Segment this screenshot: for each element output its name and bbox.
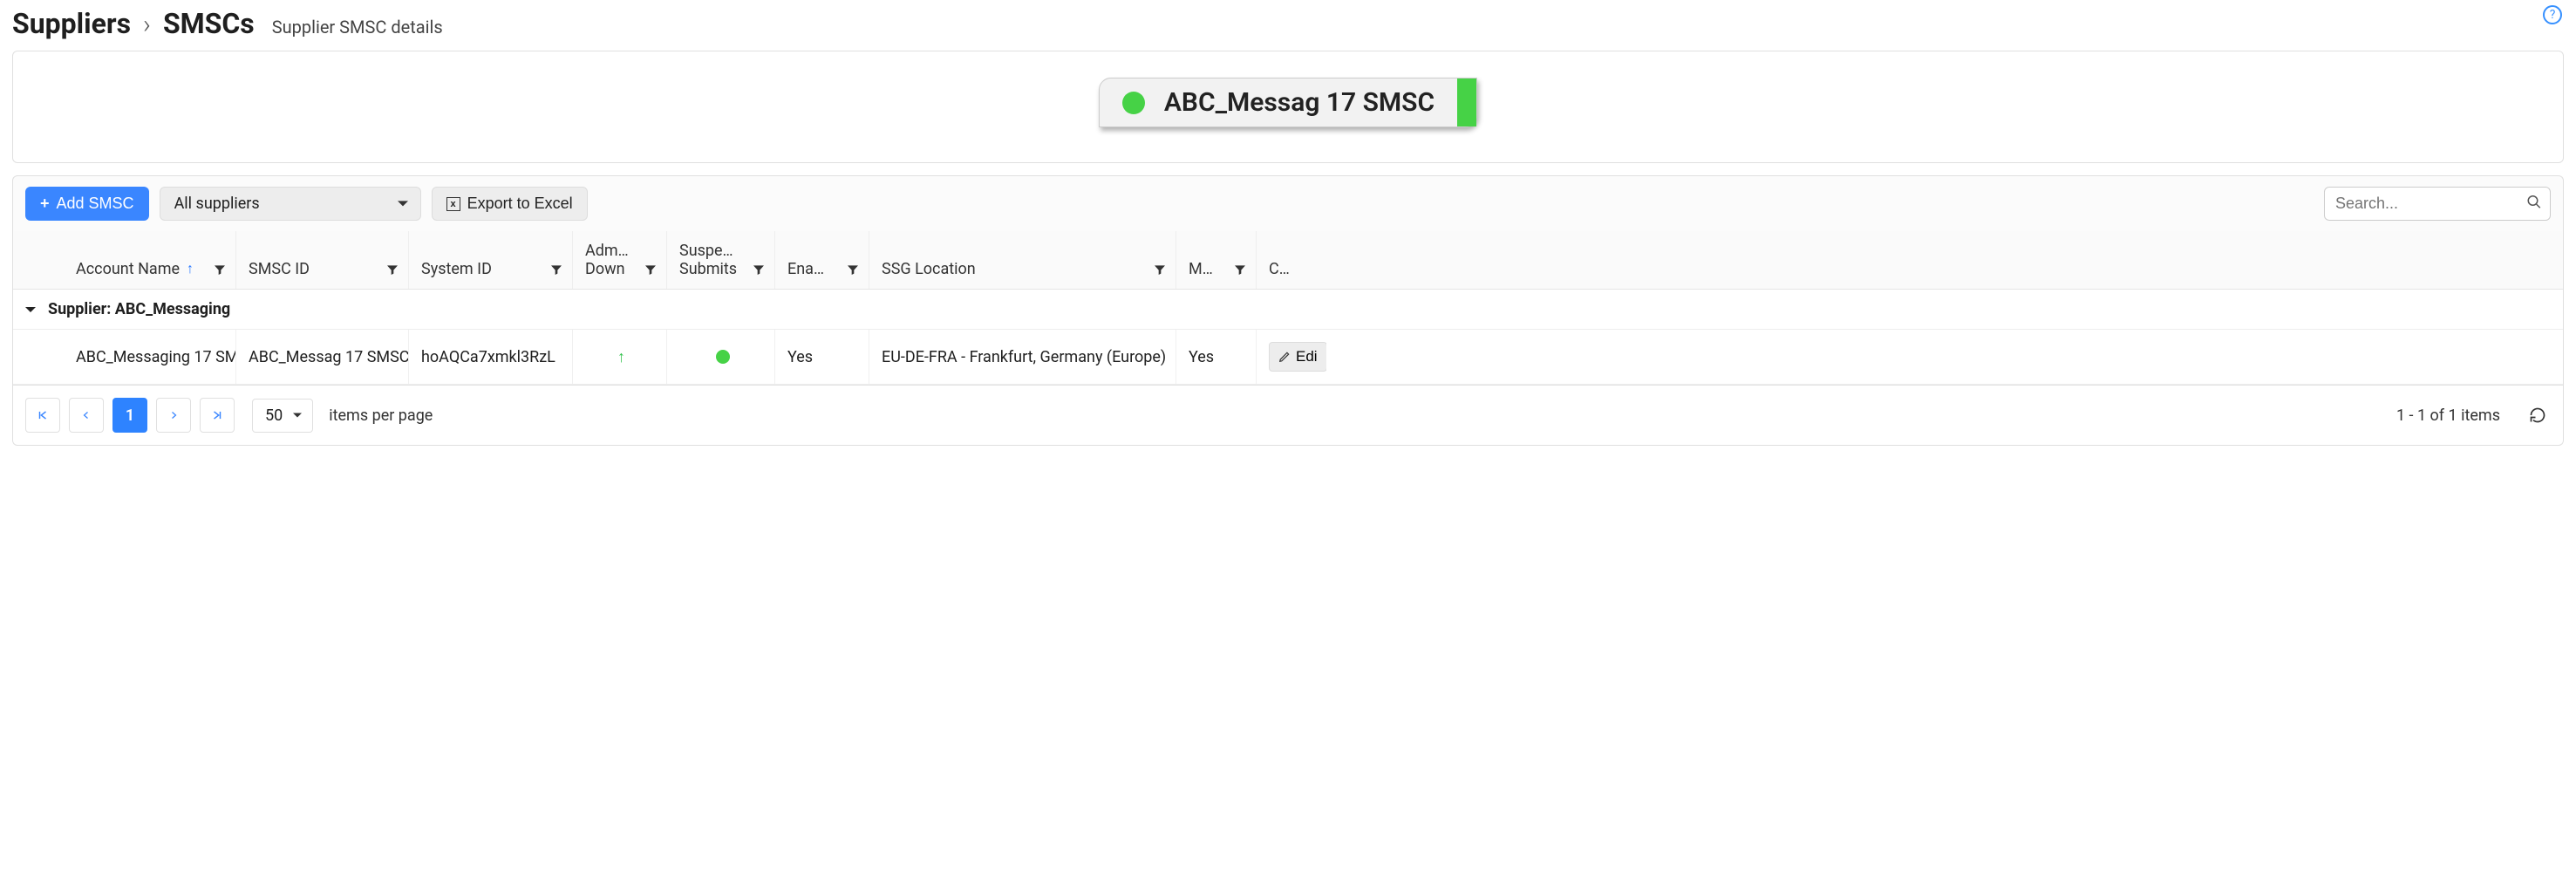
breadcrumb-root[interactable]: Suppliers (12, 7, 131, 40)
add-smsc-button[interactable]: + Add SMSC (25, 187, 149, 221)
edit-label: Edi (1296, 348, 1318, 365)
pager-first-button[interactable] (25, 398, 60, 433)
col-commands: Comma (1257, 231, 1332, 289)
plus-icon: + (40, 195, 50, 213)
supplier-filter-dropdown[interactable]: All suppliers (160, 187, 421, 221)
col-system-id-label: System ID (421, 260, 492, 278)
col-commands-label: Comma (1269, 260, 1298, 278)
excel-icon: x (446, 197, 460, 211)
page-size-value: 50 (265, 406, 283, 425)
col-admin-down-label2: Down (585, 260, 629, 278)
cell-mo: Yes (1176, 330, 1257, 384)
col-account-name-label: Account Name (76, 260, 180, 278)
chevron-right-icon: › (143, 10, 151, 40)
search-box (2324, 187, 2551, 221)
col-smsc-id[interactable]: SMSC ID (236, 231, 409, 289)
pager-next-button[interactable] (156, 398, 191, 433)
col-smsc-id-label: SMSC ID (249, 260, 310, 278)
arrow-up-icon: ↑ (617, 348, 625, 366)
pager-page-current[interactable]: 1 (112, 398, 147, 433)
edit-button[interactable]: Edi (1269, 342, 1326, 372)
pager-range: 1 - 1 of 1 items (2396, 406, 2500, 425)
col-suspend-label1: Suspe… (679, 242, 737, 260)
status-dot-icon (716, 350, 730, 364)
col-account-name[interactable]: Account Name ↑ (36, 231, 236, 289)
export-excel-label: Export to Excel (467, 195, 573, 213)
breadcrumb: Suppliers › SMSCs Supplier SMSC details (12, 7, 2564, 40)
sort-asc-icon[interactable]: ↑ (187, 260, 194, 277)
col-mo-label: Mo… (1189, 260, 1221, 278)
filter-icon[interactable] (846, 263, 860, 277)
pager: 1 50 items per page 1 - 1 of 1 items (12, 386, 2564, 446)
status-bar (1457, 79, 1476, 126)
col-suspend-submits[interactable]: Suspe… Submits (667, 231, 775, 289)
col-mo[interactable]: Mo… (1176, 231, 1257, 289)
filter-icon[interactable] (549, 263, 563, 277)
col-enabled-label: Ena… (787, 260, 824, 278)
profile-title: ABC_Messag 17 SMSC (1164, 87, 1435, 118)
cell-account-name: ABC_Messaging 17 SMSC (36, 330, 236, 384)
profile-chip[interactable]: ABC_Messag 17 SMSC (1099, 78, 1477, 127)
cell-enabled: Yes (775, 330, 869, 384)
filter-icon[interactable] (1153, 263, 1167, 277)
col-admin-down[interactable]: Adm… Down (573, 231, 667, 289)
grid-header-row: Account Name ↑ SMSC ID System ID Adm… Do… (13, 231, 2563, 290)
col-ssg-label: SSG Location (882, 260, 976, 278)
col-admin-down-label1: Adm… (585, 242, 629, 260)
grid-toolbar: + Add SMSC All suppliers x Export to Exc… (12, 175, 2564, 231)
pager-last-button[interactable] (200, 398, 235, 433)
add-smsc-label: Add SMSC (57, 195, 134, 213)
export-excel-button[interactable]: x Export to Excel (432, 187, 588, 221)
table-row: ABC_Messaging 17 SMSC ABC_Messag 17 SMSC… (13, 330, 2563, 385)
items-per-page-label: items per page (329, 406, 433, 425)
col-system-id[interactable]: System ID (409, 231, 573, 289)
supplier-filter-value: All suppliers (174, 195, 260, 213)
status-dot-icon (1122, 92, 1145, 114)
col-suspend-label2: Submits (679, 260, 737, 278)
data-grid: Account Name ↑ SMSC ID System ID Adm… Do… (12, 231, 2564, 386)
cell-system-id: hoAQCa7xmkl3RzL (409, 330, 573, 384)
page-subtitle: Supplier SMSC details (272, 17, 443, 38)
pencil-icon (1278, 351, 1291, 363)
row-expander (13, 330, 36, 384)
col-enabled[interactable]: Ena… (775, 231, 869, 289)
pager-prev-button[interactable] (69, 398, 104, 433)
cell-admin-down: ↑ (573, 330, 667, 384)
help-icon[interactable]: ? (2543, 5, 2562, 24)
group-label: Supplier: ABC_Messaging (48, 300, 230, 318)
chevron-down-icon (25, 307, 36, 318)
search-input[interactable] (2324, 187, 2551, 221)
profile-card: ABC_Messag 17 SMSC (12, 51, 2564, 163)
filter-icon[interactable] (752, 263, 766, 277)
breadcrumb-current: SMSCs (163, 7, 255, 40)
cell-suspend-submits (667, 330, 775, 384)
filter-icon[interactable] (213, 263, 227, 277)
cell-smsc-id: ABC_Messag 17 SMSC (236, 330, 409, 384)
col-expander (13, 231, 36, 289)
group-row-supplier[interactable]: Supplier: ABC_Messaging (13, 290, 2563, 330)
col-ssg-location[interactable]: SSG Location (869, 231, 1176, 289)
page-size-dropdown[interactable]: 50 (252, 399, 313, 433)
refresh-button[interactable] (2525, 402, 2551, 428)
cell-commands: Edi (1257, 330, 1326, 384)
filter-icon[interactable] (385, 263, 399, 277)
cell-ssg-location: EU-DE-FRA - Frankfurt, Germany (Europe) (869, 330, 1176, 384)
filter-icon[interactable] (1233, 263, 1247, 277)
filter-icon[interactable] (644, 263, 658, 277)
